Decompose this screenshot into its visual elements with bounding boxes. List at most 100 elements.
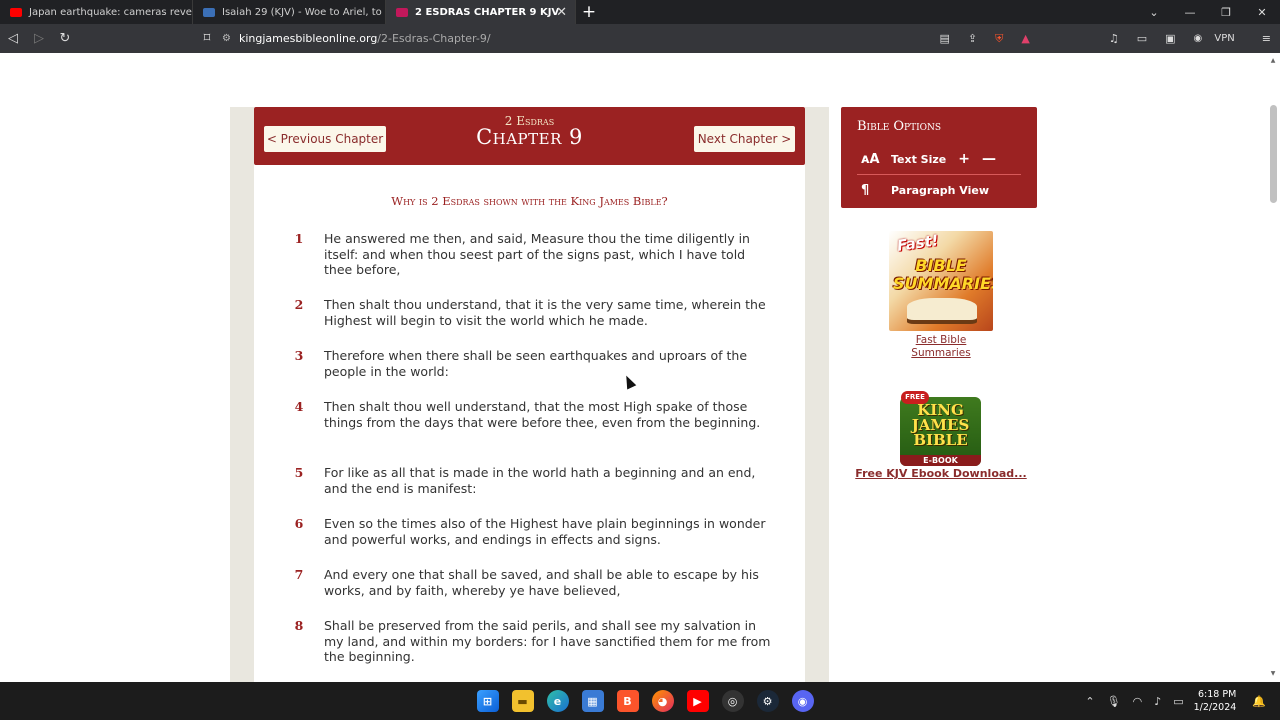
sidebar-icon[interactable]: ▭ <box>1137 32 1147 45</box>
web-page: < Previous Chapter 2 Esdras Chapter 9 Ne… <box>0 53 1280 682</box>
close-tab-icon[interactable]: ✕ <box>556 5 567 20</box>
reload-icon[interactable]: ↻ <box>52 31 78 46</box>
page-scrollbar[interactable]: ▲ ▼ <box>1269 55 1277 677</box>
share-icon[interactable]: ⇪ <box>968 32 977 45</box>
taskbar-apps: ⊞ ▬ e ▦ B ◕ ▶ ◎ ⚙ ◉ <box>470 682 820 720</box>
fast-bible-summaries-link[interactable]: Fast Bible Summaries <box>889 334 993 360</box>
system-tray: ⌃ 🎙 ◠ ♪ ▭ 6:18 PM 1/2/2024 🔔 <box>1079 682 1272 720</box>
chapter-header: < Previous Chapter 2 Esdras Chapter 9 Ne… <box>254 107 805 165</box>
options-title: Bible Options <box>857 119 942 134</box>
verse-number: 4 <box>294 399 304 414</box>
verse-text: Even so the times also of the Highest ha… <box>324 516 766 547</box>
options-divider <box>857 174 1021 175</box>
store-icon[interactable]: ▦ <box>581 690 604 712</box>
notification-bell-icon[interactable]: 🔔 <box>1252 695 1266 708</box>
start-icon[interactable]: ⊞ <box>476 690 499 712</box>
menu-icon[interactable]: ≡ <box>1262 32 1271 45</box>
battery-icon[interactable]: ▭ <box>1173 695 1183 708</box>
youtube-icon[interactable]: ▶ <box>686 690 709 712</box>
forward-icon[interactable]: ▷ <box>26 31 52 46</box>
window-controls: ⌄ — ❐ ✕ <box>1136 0 1280 24</box>
tab-isaiah-29[interactable]: Isaiah 29 (KJV) - Woe to Ariel, to Ariel… <box>193 0 386 24</box>
clock-time: 6:18 PM <box>1198 689 1237 700</box>
microphone-icon[interactable]: 🎙 <box>1107 695 1121 708</box>
verse-8: 8 Shall be preserved from the said peril… <box>254 618 805 682</box>
why-shown-link[interactable]: Why is 2 Esdras shown with the King Jame… <box>254 194 805 208</box>
vpn-button[interactable]: ◉ VPN <box>1194 33 1244 44</box>
chevron-down-icon[interactable]: ⌄ <box>1136 6 1172 19</box>
back-icon[interactable]: ◁ <box>0 31 26 46</box>
tab-japan-earthquake[interactable]: Japan earthquake: cameras reveal pan <box>0 0 193 24</box>
wifi-icon[interactable]: ◠ <box>1133 695 1143 708</box>
tab-2-esdras[interactable]: 2 ESDRAS CHAPTER 9 KJV ✕ <box>386 0 576 24</box>
promo-summaries-text: BIBLE SUMMARIES <box>893 256 993 293</box>
kjv-ebook-image[interactable]: KING JAMES BIBLE E-BOOK <box>900 397 981 466</box>
scrollbar-thumb[interactable] <box>1270 105 1277 203</box>
brave-rewards-icon[interactable]: ▲ <box>1021 32 1029 45</box>
verse-6: 6 Even so the times also of the Highest … <box>254 516 805 567</box>
url-path: /2-Esdras-Chapter-9/ <box>377 32 491 45</box>
taskbar: ⊞ ▬ e ▦ B ◕ ▶ ◎ ⚙ ◉ ⌃ 🎙 ◠ ♪ ▭ 6:18 PM 1/… <box>0 682 1280 720</box>
new-tab-button[interactable]: + <box>576 0 602 24</box>
scroll-up-icon[interactable]: ▲ <box>1269 57 1277 64</box>
maximize-icon[interactable]: ❐ <box>1208 6 1244 19</box>
paragraph-view-button[interactable]: ¶ Paragraph View <box>861 180 1021 200</box>
volume-icon[interactable]: ♪ <box>1154 695 1161 708</box>
discord-icon[interactable]: ◉ <box>791 690 814 712</box>
site-info-icon[interactable]: ⚙ <box>222 33 231 44</box>
fast-bible-summaries-image[interactable]: Fast! BIBLE SUMMARIES <box>889 231 993 331</box>
tab-strip: Japan earthquake: cameras reveal pan Isa… <box>0 0 1280 24</box>
text-size-icon: ᴀA <box>861 151 880 167</box>
verse-number: 5 <box>294 465 304 480</box>
open-book-icon <box>907 298 977 320</box>
media-icon[interactable]: ♫ <box>1109 32 1119 45</box>
verse-text: For like as all that is made in the worl… <box>324 465 756 496</box>
verse-2: 2 Then shalt thou understand, that it is… <box>254 297 805 348</box>
edge-icon[interactable]: e <box>546 690 569 712</box>
reader-icon[interactable]: ▤ <box>939 32 949 45</box>
brave-icon[interactable]: B <box>616 690 639 712</box>
bible-options-panel: Bible Options ᴀA Text Size + — ¶ Paragra… <box>841 107 1037 208</box>
minimize-icon[interactable]: — <box>1172 6 1208 19</box>
promo-kjb-text: KING JAMES BIBLE <box>911 401 970 449</box>
verse-number: 3 <box>294 348 304 363</box>
address-bar-row: ◁ ▷ ↻ ⌑ ⚙ kingjamesbibleonline.org /2-Es… <box>0 24 1280 53</box>
pilcrow-icon: ¶ <box>861 182 870 198</box>
file-explorer-icon[interactable]: ▬ <box>511 690 534 712</box>
bookmark-icon[interactable]: ⌑ <box>194 31 220 46</box>
free-badge: FREE <box>901 391 929 404</box>
verse-text: Then shalt thou understand, that it is t… <box>324 297 766 328</box>
free-kjv-ebook-link[interactable]: Free KJV Ebook Download... <box>850 467 1032 480</box>
verse-text: He answered me then, and said, Measure t… <box>324 231 750 277</box>
tab-title: 2 ESDRAS CHAPTER 9 KJV <box>415 6 560 18</box>
steam-icon[interactable]: ⚙ <box>756 690 779 712</box>
verse-number: 7 <box>294 567 304 582</box>
wallet-icon[interactable]: ▣ <box>1165 32 1175 45</box>
tab-title: Isaiah 29 (KJV) - Woe to Ariel, to Ariel… <box>222 6 385 18</box>
obs-icon[interactable]: ◎ <box>721 690 744 712</box>
url-host: kingjamesbibleonline.org <box>238 32 378 45</box>
verse-number: 8 <box>294 618 304 633</box>
text-size-label: Text Size <box>891 152 947 166</box>
increase-text-button[interactable]: + <box>958 151 970 167</box>
verse-5: 5 For like as all that is made in the wo… <box>254 465 805 516</box>
bible-site-icon <box>203 7 215 17</box>
verse-list: 1 He answered me then, and said, Measure… <box>254 231 805 682</box>
verse-number: 1 <box>294 231 304 246</box>
brave-shields-icon[interactable]: ⛨ <box>995 32 1003 46</box>
vpn-label: VPN <box>1214 33 1235 44</box>
tab-title: Japan earthquake: cameras reveal pan <box>29 6 192 18</box>
clock-date: 1/2/2024 <box>1193 702 1237 713</box>
decrease-text-button[interactable]: — <box>982 151 996 167</box>
bible-site-icon <box>396 7 408 17</box>
clock[interactable]: 6:18 PM 1/2/2024 <box>1194 688 1237 714</box>
scroll-down-icon[interactable]: ▼ <box>1269 670 1277 677</box>
next-chapter-button[interactable]: Next Chapter > <box>694 126 795 152</box>
close-window-icon[interactable]: ✕ <box>1244 6 1280 19</box>
paragraph-view-label: Paragraph View <box>891 183 990 197</box>
firefox-icon[interactable]: ◕ <box>651 690 674 712</box>
chevron-up-icon[interactable]: ⌃ <box>1085 695 1094 708</box>
promo-fast-text: Fast! <box>895 231 940 255</box>
verse-number: 2 <box>294 297 304 312</box>
url-field[interactable]: ⚙ kingjamesbibleonline.org /2-Esdras-Cha… <box>222 27 1042 50</box>
